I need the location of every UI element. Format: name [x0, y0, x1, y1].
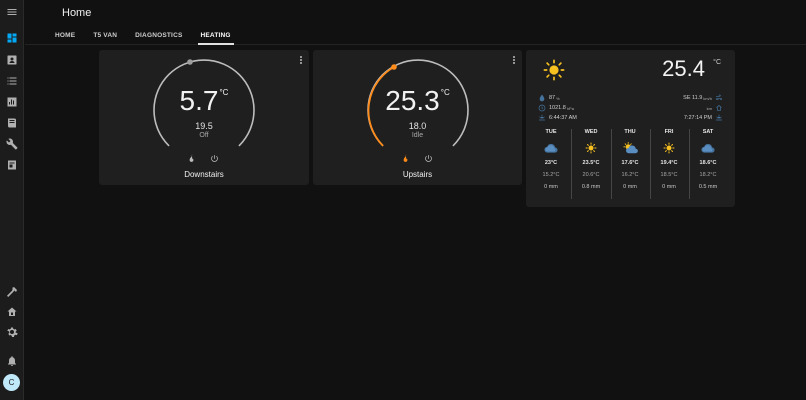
book-icon[interactable] — [4, 115, 20, 131]
thermostat-card-downstairs: 5.7°C 19.5 Off Downstairs — [99, 50, 309, 185]
wind-row: SE 11.9 km/h — [683, 94, 723, 102]
sunset-time: 7:27:14 PM — [683, 115, 712, 121]
thermostat-name: Upstairs — [402, 170, 433, 179]
sunrise-time: 6:44:37 AM — [549, 115, 577, 121]
partly-cloudy-icon — [688, 142, 728, 154]
sidebar: C — [0, 0, 24, 400]
humidity-value: 87 — [549, 95, 556, 101]
sunny-icon — [571, 142, 611, 154]
wind-value: SE 11.9 — [683, 95, 703, 101]
wrench-icon[interactable] — [4, 136, 20, 152]
sunrise-row: 6:44:37 AM — [538, 114, 577, 122]
sunset-icon — [716, 114, 722, 121]
tab-heating[interactable]: HEATING — [197, 28, 234, 45]
chart-box-icon[interactable] — [4, 94, 20, 110]
power-icon[interactable] — [423, 153, 433, 163]
power-icon[interactable] — [209, 153, 219, 163]
weather-card[interactable]: 25.4 °C 87% 1021.8 hPa 6:44:37 AM SE 11.9… — [526, 50, 735, 207]
wind-icon — [716, 94, 722, 100]
forecast-day-label: TUE — [545, 129, 557, 135]
partly-cloudy-icon — [531, 142, 571, 154]
sunny-icon — [649, 142, 689, 154]
forecast-high: 23°C — [544, 160, 558, 166]
humidity-row: 87% — [538, 94, 560, 102]
home-outline-icon — [716, 105, 722, 111]
current-temperature: 5.7°C — [179, 85, 229, 116]
home-settings-icon[interactable] — [4, 304, 20, 320]
bell-icon[interactable] — [4, 353, 20, 369]
dashboard-icon[interactable] — [4, 30, 20, 46]
forecast-day: THU 17.6°C 16.2°C 0 mm — [610, 129, 650, 190]
visibility-unit: km — [706, 105, 712, 111]
avatar[interactable]: C — [3, 374, 20, 391]
humidity-unit: % — [556, 95, 560, 101]
pressure-unit: hPa — [566, 105, 574, 111]
target-temperature: 19.5 — [195, 121, 213, 131]
forecast-day: TUE 23°C 15.2°C 0 mm — [531, 129, 571, 190]
gauge-icon — [538, 104, 546, 112]
card-menu-button[interactable] — [512, 56, 516, 66]
pressure-row: 1021.8 hPa — [538, 104, 574, 112]
sunrise-icon — [539, 114, 545, 121]
forecast-low: 15.2°C — [542, 172, 560, 178]
forecast-day: SAT 18.6°C 18.2°C 0.5 mm — [688, 129, 728, 190]
forecast-precipitation: 0.5 mm — [698, 184, 718, 190]
wind-unit: km/h — [703, 95, 712, 101]
hvac-state: Off — [199, 132, 209, 139]
tab-diagnostics[interactable]: DIAGNOSTICS — [132, 28, 185, 45]
toolbar: Home HOME T5 VAN DIAGNOSTICS HEATING — [25, 0, 806, 45]
target-slider-handle[interactable] — [391, 64, 397, 70]
forecast-day-label: SAT — [702, 129, 714, 135]
visibility-row: km — [706, 104, 723, 112]
forecast-low: 18.2°C — [699, 172, 717, 178]
hvac-state: Idle — [411, 132, 424, 139]
forecast-low: 18.5°C — [660, 172, 678, 178]
thermostat-name: Downstairs — [184, 170, 224, 179]
menu-icon[interactable] — [4, 4, 20, 20]
forecast-high: 23.5°C — [582, 160, 600, 166]
flame-icon[interactable] — [400, 153, 410, 163]
hammer-icon[interactable] — [4, 284, 20, 300]
temperature-unit: °C — [713, 59, 721, 66]
thermostat-card-upstairs: 25.3°C 18.0 Idle Upstairs — [313, 50, 522, 185]
forecast-day: WED 23.5°C 20.6°C 0.8 mm — [571, 129, 611, 190]
forecast-day-label: FRI — [664, 129, 674, 135]
account-box-icon[interactable] — [4, 52, 20, 68]
partly-sunny-icon — [610, 142, 650, 154]
sunny-icon — [543, 59, 565, 86]
forecast-low: 20.6°C — [582, 172, 600, 178]
forecast-high: 19.4°C — [660, 160, 678, 166]
forecast-day-label: WED — [584, 129, 598, 135]
current-temperature: 25.3°C — [385, 85, 450, 116]
page-title: Home — [62, 7, 92, 19]
flame-icon[interactable] — [186, 153, 196, 163]
sunset-row: 7:27:14 PM — [684, 114, 723, 122]
calendar-icon[interactable] — [4, 157, 20, 173]
card-menu-button[interactable] — [299, 56, 303, 66]
forecast-precipitation: 0 mm — [544, 184, 558, 190]
forecast-precipitation: 0 mm — [623, 184, 637, 190]
forecast-precipitation: 0 mm — [662, 184, 676, 190]
cog-icon[interactable] — [4, 324, 20, 340]
pressure-value: 1021.8 — [549, 105, 566, 111]
list-icon[interactable] — [4, 73, 20, 89]
forecast-day: FRI 19.4°C 18.5°C 0 mm — [649, 129, 689, 190]
forecast-high: 17.6°C — [621, 160, 639, 166]
tab-home[interactable]: HOME — [52, 28, 78, 45]
current-weather-temperature: 25.4 — [662, 56, 705, 81]
forecast-day-label: THU — [624, 129, 636, 135]
forecast-high: 18.6°C — [699, 160, 717, 166]
tab-t5-van[interactable]: T5 VAN — [90, 28, 120, 45]
forecast-precipitation: 0.8 mm — [581, 184, 601, 190]
forecast-low: 16.2°C — [621, 172, 639, 178]
humidity-icon — [539, 94, 545, 102]
target-temperature: 18.0 — [408, 121, 427, 131]
target-slider-handle[interactable] — [187, 59, 193, 65]
view-tabs: HOME T5 VAN DIAGNOSTICS HEATING — [52, 28, 246, 45]
